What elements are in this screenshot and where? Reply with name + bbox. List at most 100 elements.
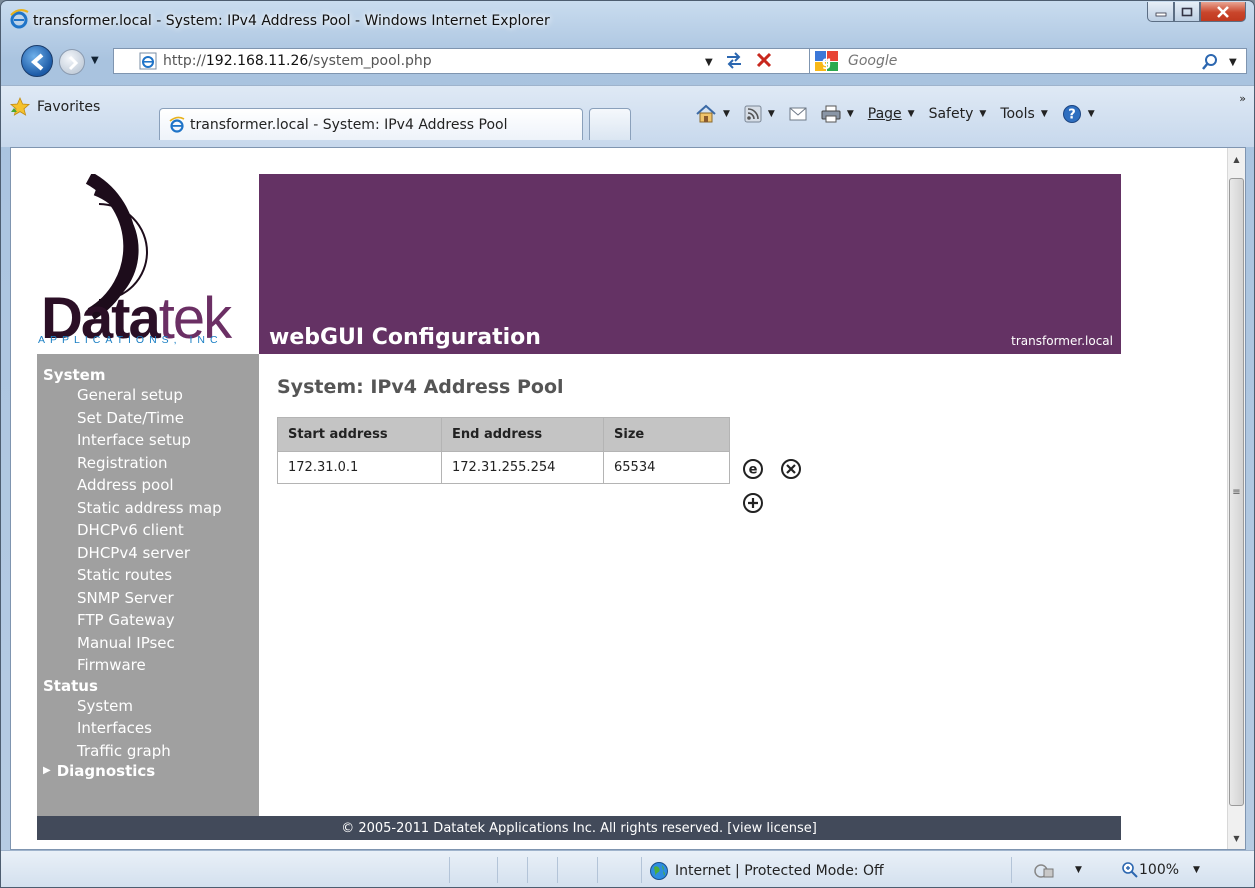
sidebar-item-registration[interactable]: Registration bbox=[37, 452, 259, 475]
forward-button[interactable] bbox=[59, 49, 85, 75]
sidebar-item-interface-setup[interactable]: Interface setup bbox=[37, 429, 259, 452]
feeds-button[interactable]: ▼ bbox=[744, 105, 775, 123]
navigation-bar: ▼ http://192.168.11.26/system_pool.php ▼… bbox=[1, 43, 1254, 85]
sidebar-item-static-address-map[interactable]: Static address map bbox=[37, 497, 259, 520]
search-magnifier-icon[interactable] bbox=[1201, 53, 1219, 71]
footer-text: © 2005-2011 Datatek Applications Inc. Al… bbox=[341, 820, 817, 836]
maximize-button[interactable] bbox=[1174, 2, 1200, 22]
maximize-icon bbox=[1181, 7, 1193, 16]
zoom-level: 100% bbox=[1139, 862, 1180, 878]
refresh-arrows-icon bbox=[727, 52, 741, 69]
sidebar-item-address-pool[interactable]: Address pool bbox=[37, 474, 259, 497]
favorites-button[interactable]: Favorites bbox=[9, 94, 100, 120]
sidebar-item-set-date-time[interactable]: Set Date/Time bbox=[37, 407, 259, 430]
column-header-end: End address bbox=[441, 417, 604, 452]
vertical-scrollbar[interactable]: ▲ ≡ ▼ bbox=[1227, 148, 1245, 849]
search-options-dropdown[interactable]: ▼ bbox=[1229, 57, 1237, 68]
more-commands-chevron[interactable]: » bbox=[1239, 92, 1246, 105]
status-divider bbox=[449, 857, 450, 883]
scroll-up-arrow-icon[interactable]: ▲ bbox=[1228, 150, 1245, 168]
popup-blocker-icon[interactable] bbox=[1033, 861, 1055, 881]
add-icon[interactable] bbox=[742, 492, 764, 514]
back-arrow-icon bbox=[30, 53, 44, 71]
nav-section-system[interactable]: System bbox=[37, 366, 259, 384]
new-tab-button[interactable] bbox=[589, 108, 631, 140]
sidebar-item-general-setup[interactable]: General setup bbox=[37, 384, 259, 407]
sidebar-item-static-routes[interactable]: Static routes bbox=[37, 564, 259, 587]
sidebar-item-traffic-graph[interactable]: Traffic graph bbox=[37, 740, 259, 763]
home-button[interactable]: ▼ bbox=[695, 104, 730, 124]
table-header-row: Start address End address Size bbox=[277, 417, 730, 452]
delete-icon[interactable] bbox=[780, 458, 802, 480]
zoom-magnifier-icon bbox=[1122, 862, 1138, 878]
cell-start-address: 172.31.0.1 bbox=[277, 451, 442, 484]
nav-section-status[interactable]: Status bbox=[37, 677, 259, 695]
read-mail-button[interactable] bbox=[789, 107, 807, 121]
sidebar-item-firmware[interactable]: Firmware bbox=[37, 654, 259, 677]
security-zone[interactable]: Internet | Protected Mode: Off bbox=[649, 861, 884, 881]
google-logo-icon: g bbox=[815, 51, 838, 71]
sidebar-item-ftp-gateway[interactable]: FTP Gateway bbox=[37, 609, 259, 632]
diagnostics-label: Diagnostics bbox=[56, 762, 156, 780]
cell-size: 65534 bbox=[603, 451, 730, 484]
expand-triangle-icon: ▶ bbox=[43, 765, 51, 776]
protected-mode-dropdown[interactable]: ▼ bbox=[1075, 865, 1082, 875]
minimize-icon bbox=[1155, 12, 1166, 16]
page-title: System: IPv4 Address Pool bbox=[277, 376, 564, 398]
zoom-control[interactable]: 100% ▼ bbox=[1121, 861, 1200, 879]
scroll-down-arrow-icon[interactable]: ▼ bbox=[1228, 829, 1245, 847]
favorites-bar: Favorites transformer.local - System: IP… bbox=[1, 85, 1254, 147]
rss-feed-icon bbox=[744, 105, 762, 123]
banner-title: webGUI Configuration bbox=[269, 325, 541, 350]
close-button[interactable] bbox=[1200, 2, 1246, 22]
ie-page-icon bbox=[139, 52, 157, 70]
page-menu[interactable]: Page ▼ bbox=[868, 106, 915, 122]
edit-icon[interactable]: e bbox=[742, 458, 764, 480]
home-icon bbox=[696, 104, 716, 123]
search-box[interactable]: g bbox=[809, 48, 1247, 74]
minimize-button[interactable] bbox=[1147, 2, 1174, 22]
scrollbar-thumb[interactable]: ≡ bbox=[1229, 178, 1244, 806]
banner-hostname: transformer.local bbox=[1011, 334, 1113, 348]
sidebar-item-manual-ipsec[interactable]: Manual IPsec bbox=[37, 632, 259, 655]
printer-icon bbox=[821, 105, 841, 123]
tab-system-ipv4-address-pool[interactable]: transformer.local - System: IPv4 Address… bbox=[159, 108, 583, 140]
nav-section-diagnostics[interactable]: ▶ Diagnostics bbox=[37, 762, 259, 780]
ie-logo-icon bbox=[10, 9, 29, 29]
status-divider bbox=[1011, 857, 1012, 883]
zone-text: Internet | Protected Mode: Off bbox=[675, 863, 884, 879]
command-bar: ▼ ▼ ▼ Page ▼ Safety ▼ Tools ▼ ? ▼ bbox=[695, 104, 1109, 124]
back-button[interactable] bbox=[21, 45, 53, 77]
status-divider bbox=[641, 857, 642, 883]
compatibility-button[interactable] bbox=[723, 49, 745, 75]
table-row: 172.31.0.1 172.31.255.254 65534 bbox=[277, 451, 730, 484]
sidebar-item-dhcpv6-client[interactable]: DHCPv6 client bbox=[37, 519, 259, 542]
tools-menu-label: Tools bbox=[1000, 106, 1035, 122]
ie-page-icon bbox=[169, 116, 185, 133]
svg-text:g: g bbox=[822, 55, 831, 70]
safety-menu[interactable]: Safety ▼ bbox=[929, 106, 987, 122]
window-title: transformer.local - System: IPv4 Address… bbox=[33, 13, 550, 29]
sidebar-nav: System General setup Set Date/Time Inter… bbox=[37, 354, 259, 816]
close-icon bbox=[1217, 5, 1229, 18]
recent-pages-dropdown[interactable]: ▼ bbox=[91, 55, 99, 66]
page-footer: © 2005-2011 Datatek Applications Inc. Al… bbox=[37, 816, 1121, 840]
column-header-start: Start address bbox=[277, 417, 442, 452]
tools-menu[interactable]: Tools ▼ bbox=[1000, 106, 1047, 122]
sidebar-item-status-system[interactable]: System bbox=[37, 695, 259, 718]
sidebar-item-dhcpv4-server[interactable]: DHCPv4 server bbox=[37, 542, 259, 565]
search-input[interactable] bbox=[846, 52, 1176, 70]
star-icon bbox=[10, 96, 30, 116]
tab-title: transformer.local - System: IPv4 Address… bbox=[190, 116, 508, 133]
sidebar-item-snmp-server[interactable]: SNMP Server bbox=[37, 587, 259, 610]
stop-button[interactable] bbox=[753, 49, 775, 75]
help-menu[interactable]: ? ▼ bbox=[1062, 104, 1095, 124]
brand-subtitle: APPLICATIONS, INC bbox=[38, 334, 223, 346]
status-bar: Internet | Protected Mode: Off ▼ 100% ▼ bbox=[1, 850, 1254, 887]
address-url: http://192.168.11.26/system_pool.php bbox=[163, 53, 432, 69]
forward-arrow-icon bbox=[68, 55, 79, 71]
print-button[interactable]: ▼ bbox=[821, 105, 854, 123]
header-banner: webGUI Configuration transformer.local bbox=[259, 174, 1121, 354]
sidebar-item-interfaces[interactable]: Interfaces bbox=[37, 717, 259, 740]
page-menu-label: Page bbox=[867, 106, 902, 122]
